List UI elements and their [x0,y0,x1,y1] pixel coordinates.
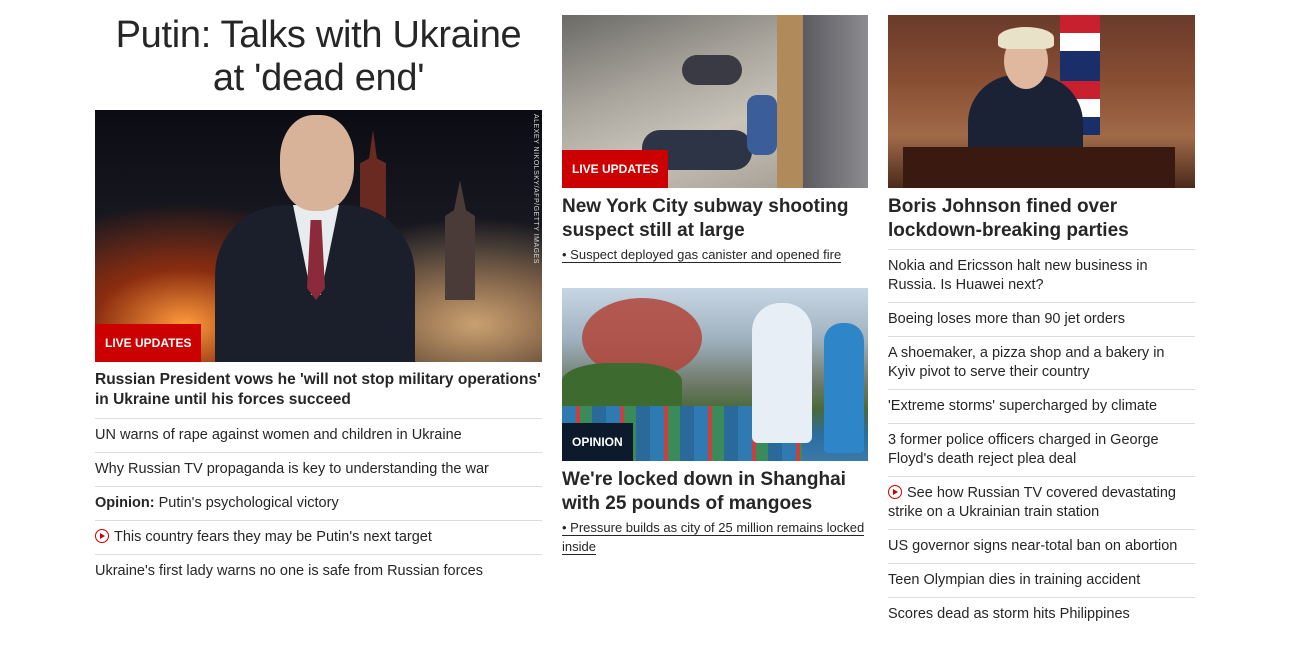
shanghai-story-bullet[interactable]: • Pressure builds as city of 25 million … [562,520,865,555]
list-item-label: See how Russian TV covered devastating s… [888,485,1176,520]
list-item[interactable]: Nokia and Ericsson halt new business in … [888,249,1195,302]
top-story-column: Putin: Talks with Ukraine at 'dead end' … [95,14,542,588]
list-item[interactable]: UN warns of rape against women and child… [95,419,542,453]
putin-photo[interactable]: ALEXEY NIKOLSKY/AFP/GETTY IMAGES LIVE UP… [95,110,542,362]
top-headline[interactable]: Putin: Talks with Ukraine at 'dead end' [95,14,542,100]
list-item[interactable]: A shoemaker, a pizza shop and a bakery i… [888,336,1195,389]
list-item[interactable]: Ukraine's first lady warns no one is saf… [95,555,542,588]
opinion-badge: OPINION [562,423,633,461]
image-credit: ALEXEY NIKOLSKY/AFP/GETTY IMAGES [532,114,539,264]
subway-photo[interactable]: LIVE UPDATES [562,15,868,188]
subway-story-title[interactable]: New York City subway shooting suspect st… [562,195,868,243]
opinion-prefix: Opinion: [95,495,155,511]
play-circle-icon [888,485,902,499]
list-item[interactable]: US governor signs near-total ban on abor… [888,529,1195,563]
list-item-opinion[interactable]: Opinion: Putin's psychological victory [95,487,542,521]
list-item[interactable]: 'Extreme storms' supercharged by climate [888,389,1195,423]
list-item[interactable]: Boeing loses more than 90 jet orders [888,302,1195,336]
list-item-video[interactable]: See how Russian TV covered devastating s… [888,476,1195,529]
boris-johnson-photo[interactable] [888,15,1195,188]
cathedral-tower [445,180,475,300]
subway-story-bullet[interactable]: • Suspect deployed gas canister and open… [562,247,842,263]
list-item[interactable]: 3 former police officers charged in Geor… [888,423,1195,476]
list-item[interactable]: Teen Olympian dies in training accident [888,563,1195,597]
right-column: Boris Johnson fined over lockdown-breaki… [888,15,1195,631]
boris-story-title[interactable]: Boris Johnson fined over lockdown-breaki… [888,195,1195,243]
list-item-label: Putin's psychological victory [158,495,339,511]
lead-story-link[interactable]: Russian President vows he 'will not stop… [95,362,542,419]
list-item[interactable]: Why Russian TV propaganda is key to unde… [95,453,542,487]
shanghai-story-title[interactable]: We're locked down in Shanghai with 25 po… [562,468,868,516]
list-item-video[interactable]: This country fears they may be Putin's n… [95,521,542,555]
live-updates-badge: LIVE UPDATES [562,150,669,188]
list-item[interactable]: Scores dead as storm hits Philippines [888,597,1195,631]
shanghai-photo[interactable]: OPINION [562,288,868,461]
middle-column: LIVE UPDATES New York City subway shooti… [562,15,868,558]
play-circle-icon [95,529,109,543]
live-updates-badge: LIVE UPDATES [95,324,202,362]
list-item-label: This country fears they may be Putin's n… [114,529,432,545]
